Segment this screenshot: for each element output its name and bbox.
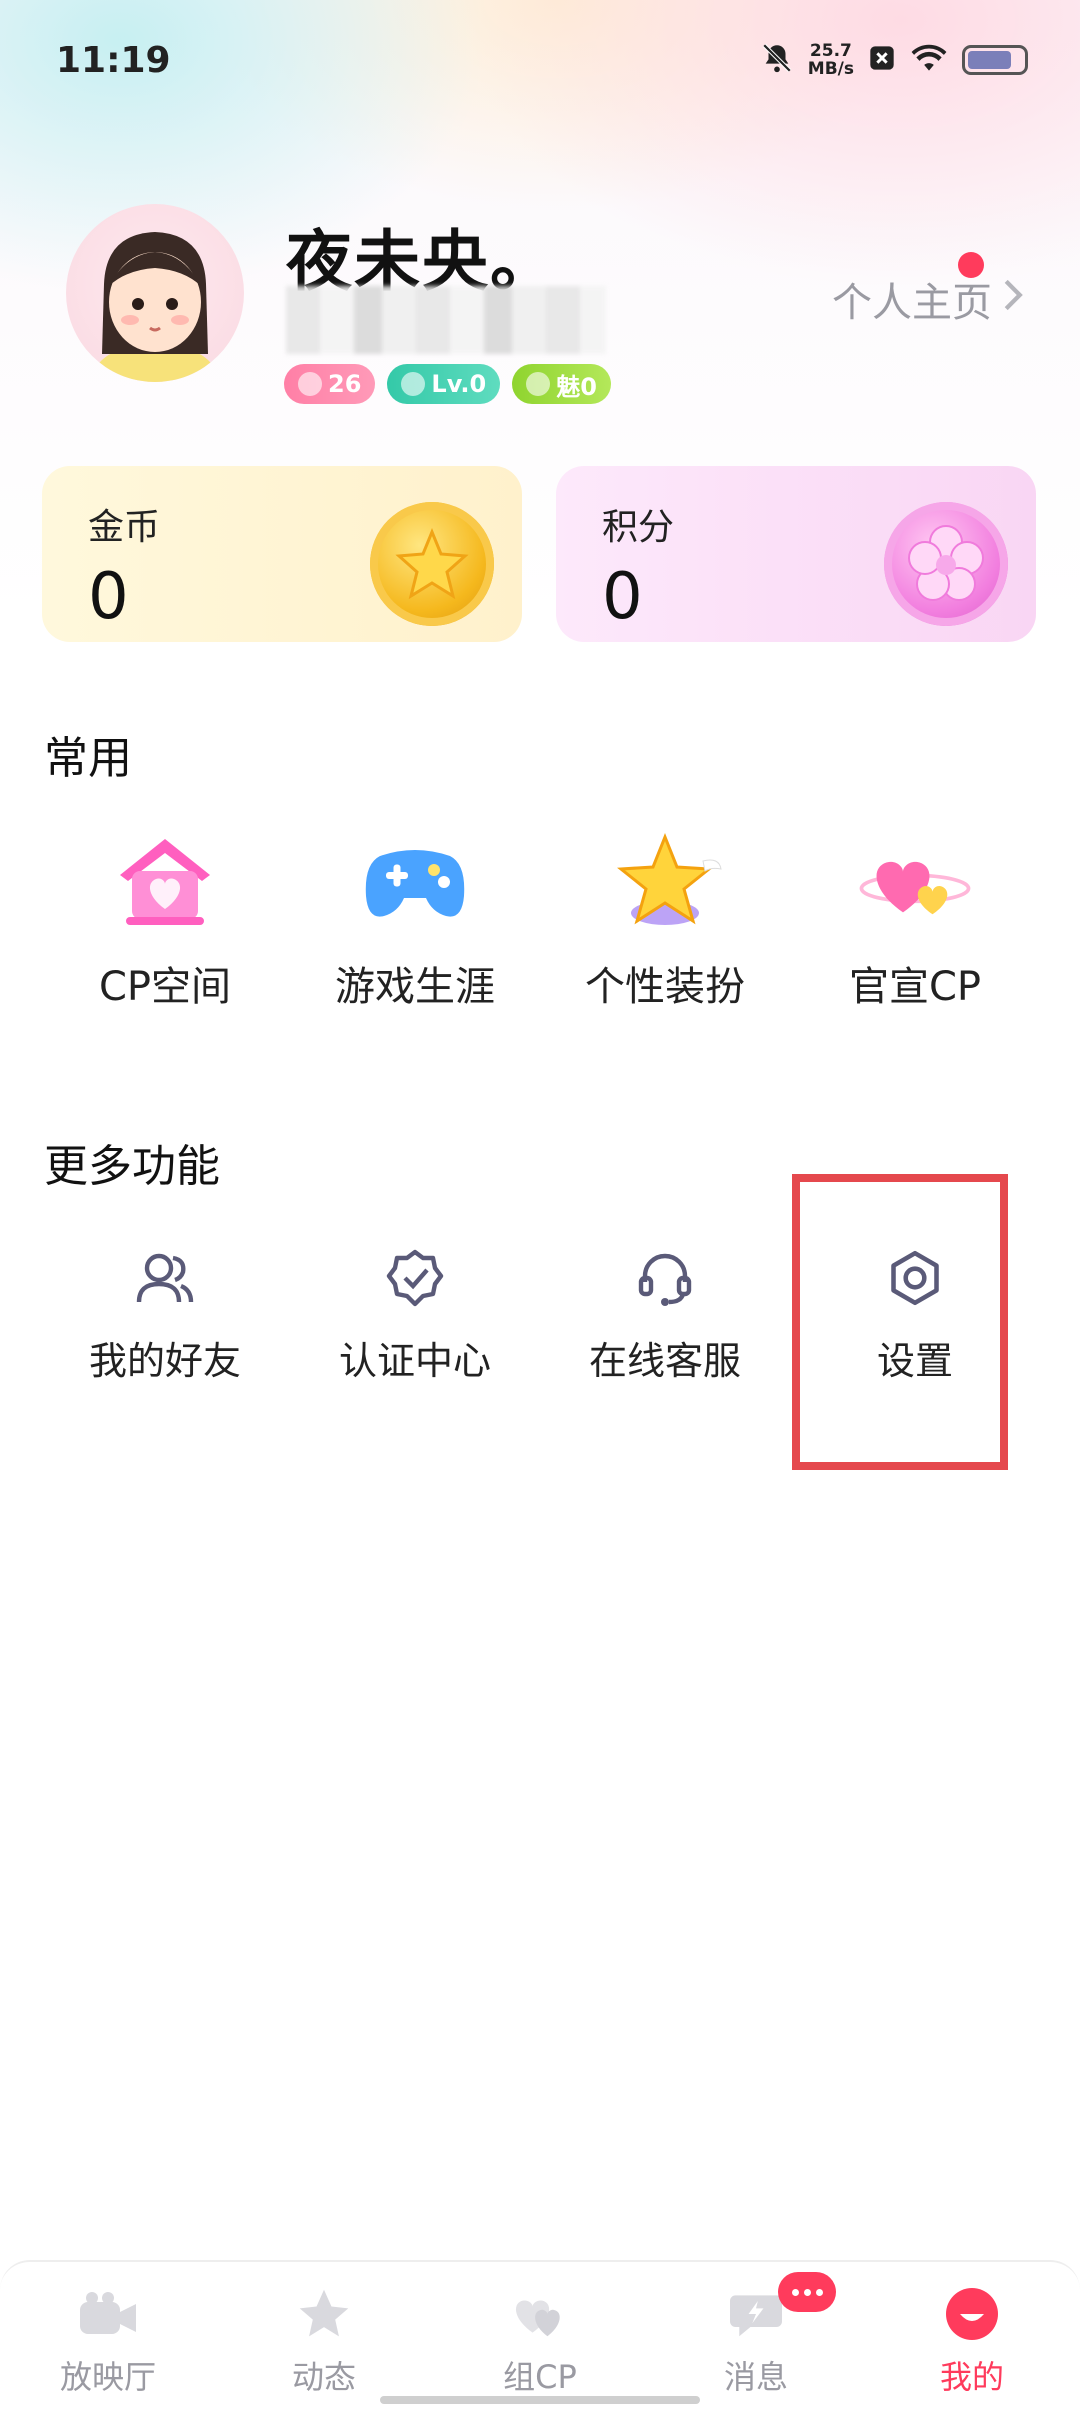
gamepad-icon — [355, 826, 475, 936]
nav-label: 我的 — [939, 2358, 1004, 2396]
status-bar: 11:19 25.7 MB/s — [0, 0, 1080, 120]
common-section-title: 常用 — [44, 733, 132, 784]
badge-charm: 魅0 — [512, 364, 611, 404]
home-indicator[interactable] — [380, 2396, 700, 2404]
badge-charm-text: 魅0 — [556, 372, 597, 401]
status-time: 11:19 — [56, 40, 171, 81]
more-item-label: 在线客服 — [588, 1339, 741, 1383]
nav-item-messages[interactable]: 消息 — [648, 2262, 864, 2410]
points-card[interactable]: 积分 0 — [556, 466, 1036, 642]
badge-age-text: 26 — [328, 370, 362, 398]
common-item-label: 个性装扮 — [585, 964, 745, 1010]
homepage-label: 个人主页 — [832, 280, 992, 326]
common-item-game-career[interactable]: 游戏生涯 — [290, 826, 540, 1012]
common-item-label: 游戏生涯 — [335, 964, 495, 1010]
status-icons: 25.7 MB/s — [760, 40, 1028, 80]
nav-label: 放映厅 — [59, 2358, 156, 2396]
friends-icon — [133, 1246, 197, 1310]
net-speed: 25.7 MB/s — [808, 42, 854, 78]
cp-house-icon — [105, 826, 225, 936]
homepage-link[interactable]: 个人主页 — [832, 270, 1024, 328]
notification-dot — [958, 252, 984, 278]
user-id-redacted — [286, 286, 606, 354]
headset-icon — [633, 1246, 697, 1310]
common-item-dress-up[interactable]: 个性装扮 — [540, 826, 790, 1012]
bottom-nav: 放映厅 动态 组CP 消息 我的 — [0, 2260, 1080, 2410]
user-badges: 26 Lv.0 魅0 — [284, 364, 611, 404]
badge-level-text: Lv.0 — [431, 370, 487, 398]
nav-item-feed[interactable]: 动态 — [216, 2262, 432, 2410]
nav-item-me[interactable]: 我的 — [864, 2262, 1080, 2410]
nav-label: 动态 — [291, 2358, 356, 2396]
avatar[interactable] — [66, 204, 244, 382]
gold-coin-icon — [370, 502, 494, 626]
common-item-announce-cp[interactable]: 官宣CP — [790, 826, 1040, 1012]
more-item-label: 我的好友 — [88, 1339, 241, 1383]
nav-label: 消息 — [723, 2358, 788, 2396]
camera-icon — [76, 2284, 140, 2344]
points-flower-icon — [884, 502, 1008, 626]
more-item-label: 认证中心 — [338, 1339, 491, 1383]
more-item-customer-service[interactable]: 在线客服 — [540, 1246, 790, 1385]
me-icon — [940, 2284, 1004, 2344]
common-grid: CP空间 游戏生涯 个性装扮 官宣CP — [40, 826, 1040, 1012]
gold-card[interactable]: 金币 0 — [42, 466, 522, 642]
gender-icon — [298, 372, 322, 396]
chevron-right-icon — [1002, 276, 1024, 322]
charm-icon — [526, 372, 551, 396]
nav-label: 组CP — [503, 2358, 577, 2396]
message-unread-badge — [778, 2272, 836, 2312]
net-speed-value: 25.7 — [809, 41, 852, 61]
x-box-icon — [868, 44, 896, 76]
badge-age: 26 — [284, 364, 376, 404]
verified-badge-icon — [383, 1246, 447, 1310]
more-item-friends[interactable]: 我的好友 — [40, 1246, 290, 1385]
common-item-label: 官宣CP — [848, 964, 982, 1010]
common-item-label: CP空间 — [98, 964, 232, 1010]
badge-level: Lv.0 — [387, 364, 501, 404]
more-item-verification[interactable]: 认证中心 — [290, 1246, 540, 1385]
battery-icon — [962, 45, 1028, 75]
hearts-nav-icon — [508, 2284, 572, 2344]
bell-muted-icon — [760, 41, 794, 79]
more-section-title: 更多功能 — [44, 1141, 220, 1192]
net-speed-unit: MB/s — [807, 59, 854, 79]
level-icon — [401, 372, 426, 396]
wifi-icon — [910, 43, 948, 77]
nav-item-group-cp[interactable]: 组CP — [432, 2262, 648, 2410]
star-icon — [605, 826, 725, 936]
nav-item-theater[interactable]: 放映厅 — [0, 2262, 216, 2410]
common-item-cp-space[interactable]: CP空间 — [40, 826, 290, 1012]
star-nav-icon — [292, 2284, 356, 2344]
hearts-planet-icon — [855, 826, 975, 936]
settings-highlight-box — [792, 1174, 1008, 1470]
